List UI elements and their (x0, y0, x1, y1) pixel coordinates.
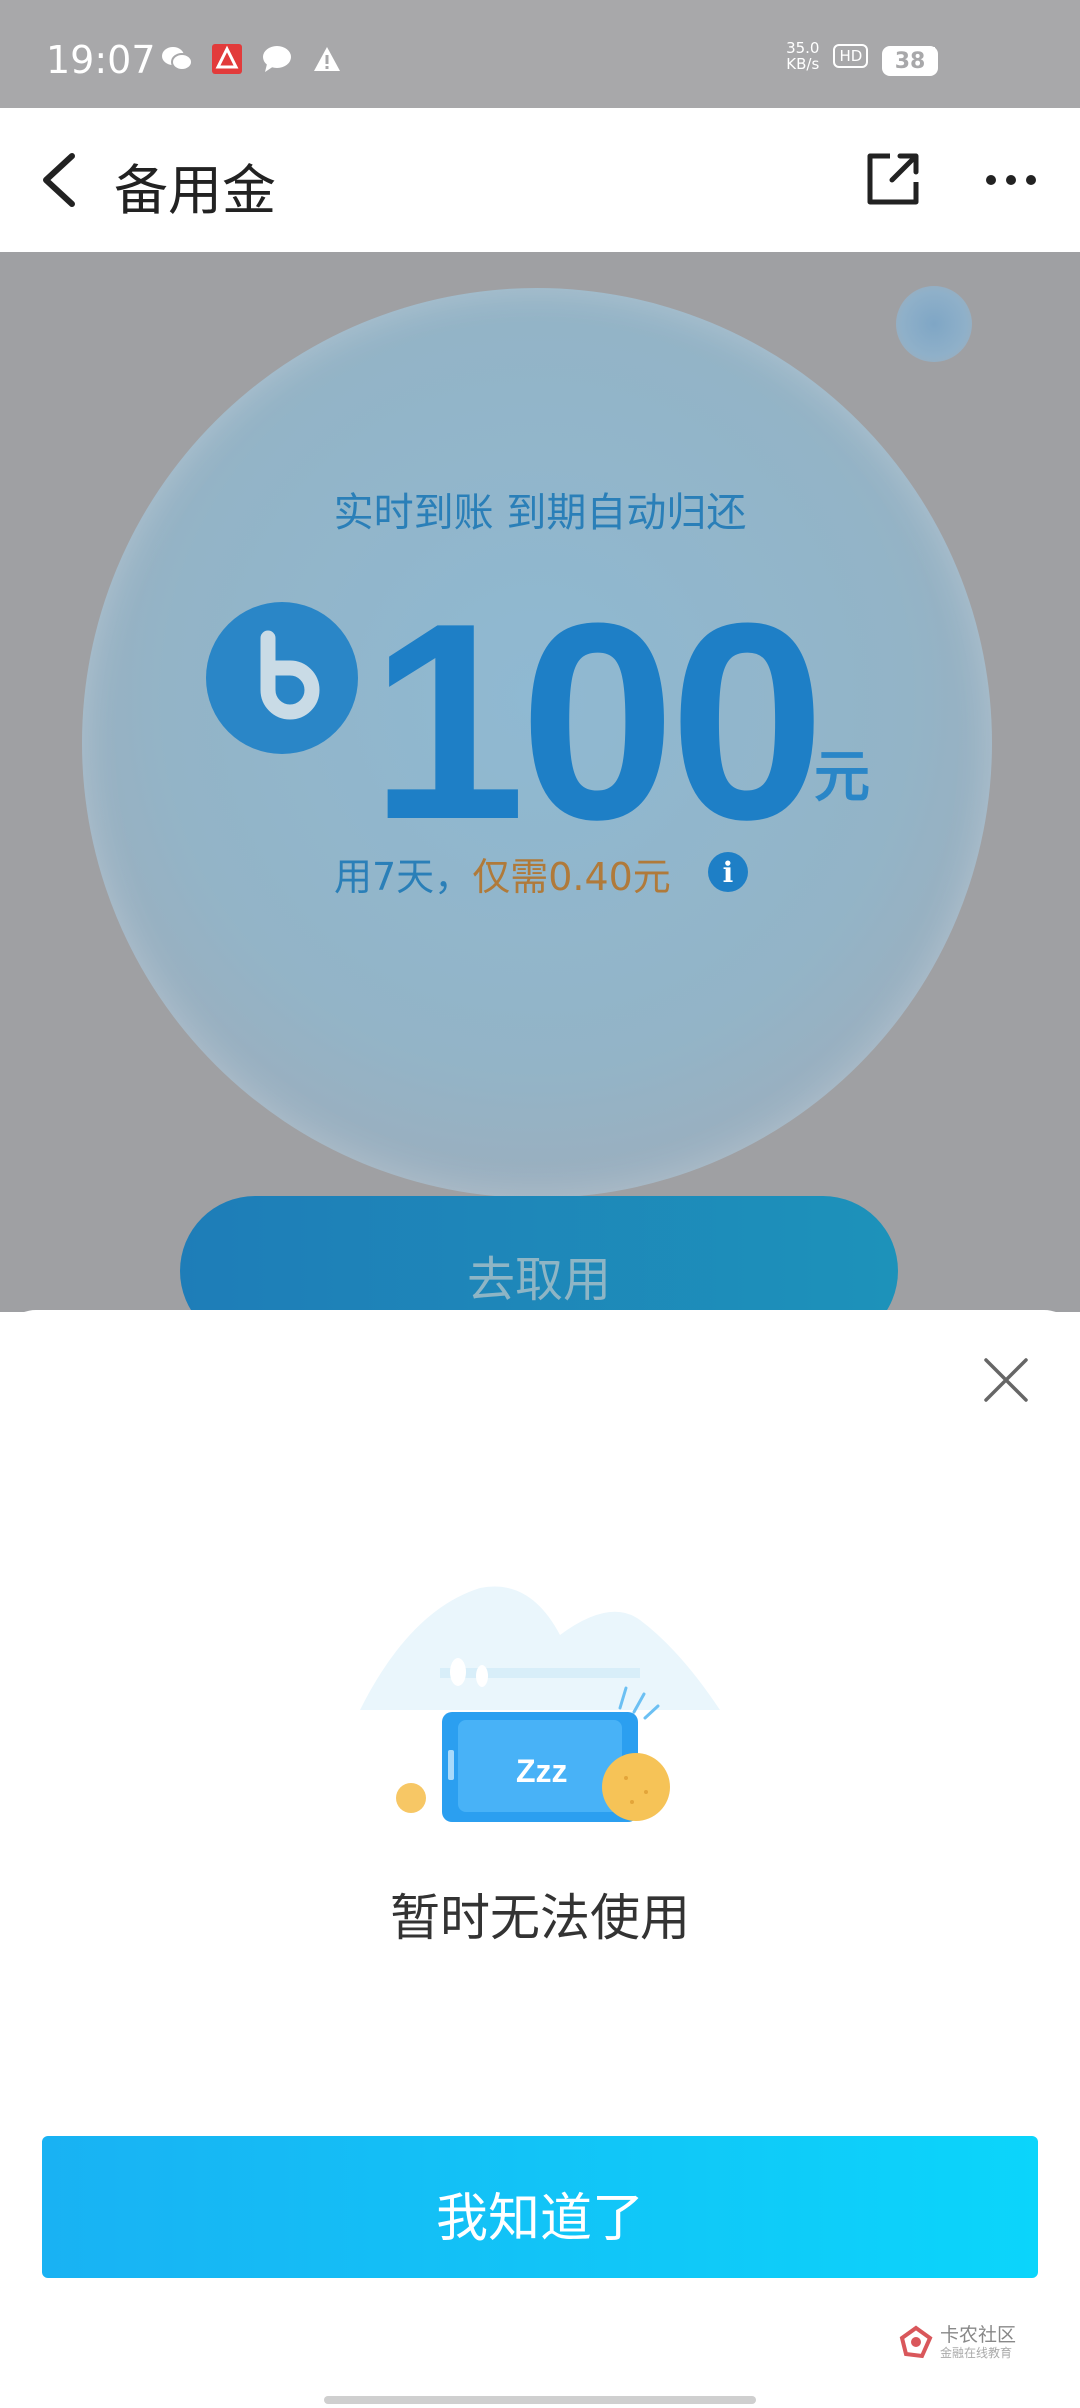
header: 备用金 (0, 108, 1080, 252)
amount-currency: 元 (814, 745, 870, 810)
status-time: 19:07 (46, 38, 156, 82)
net-speed-value: 35.0 (786, 39, 820, 57)
fee-amount: 仅需0.40元 (472, 855, 671, 899)
wechat-icon (160, 42, 194, 76)
loan-main-panel: 实时到账 到期自动归还 100 元 用7天，仅需0.40元 i 去取用 (0, 252, 1080, 1312)
watermark-text: 卡农社区 (940, 2324, 1017, 2346)
more-icon (986, 175, 1036, 185)
tagline: 实时到账 到期自动归还 (333, 490, 747, 536)
share-button[interactable] (862, 148, 924, 210)
watermark: 卡农社区 金融在线教育 (898, 2320, 1038, 2366)
warning-icon (310, 42, 344, 76)
small-bubble-decoration (896, 286, 972, 362)
got-it-button-label: 我知道了 (435, 2189, 644, 2249)
take-button[interactable]: 去取用 (180, 1196, 898, 1312)
back-button[interactable] (36, 148, 96, 212)
close-icon (984, 1358, 1028, 1402)
more-button[interactable] (984, 172, 1038, 188)
net-speed-unit: KB/s (786, 55, 820, 73)
watermark-subtext: 金融在线教育 (940, 2346, 1013, 2360)
battery-level: 38 (894, 48, 926, 74)
unavailable-message: 暂时无法使用 (390, 1889, 690, 1947)
close-button[interactable] (982, 1356, 1030, 1404)
got-it-button[interactable]: 我知道了 (42, 2136, 1038, 2278)
home-indicator[interactable] (324, 2396, 756, 2404)
status-bar: 19:07 35.0 KB/s HD 5G 38 (0, 0, 1080, 108)
b-logo-icon (206, 602, 358, 754)
amount-value: 100 (370, 566, 825, 878)
info-icon[interactable]: i (708, 852, 748, 892)
share-icon (867, 153, 919, 205)
back-icon (43, 153, 75, 207)
notification-icons (160, 42, 344, 76)
battery-icon: 38 (882, 46, 938, 76)
app-notification-icon (210, 42, 244, 76)
message-icon (260, 42, 294, 76)
fee-days: 用7天， (334, 855, 473, 899)
zzz-text: Zzz (516, 1753, 568, 1789)
take-button-label: 去取用 (466, 1252, 611, 1308)
info-symbol: i (722, 855, 734, 889)
fee-description: 用7天，仅需0.40元 (334, 846, 671, 901)
watermark-logo-icon (899, 2325, 933, 2359)
net-speed: 35.0 KB/s (786, 40, 819, 72)
bottom-sheet-dialog: Zzz 暂时无法使用 我知道了 卡农社区 金融在线教育 (0, 1310, 1080, 2408)
sleeping-card-illustration: Zzz (340, 1540, 740, 1860)
page-title: 备用金 (114, 159, 276, 222)
hd-badge: HD (833, 44, 869, 68)
